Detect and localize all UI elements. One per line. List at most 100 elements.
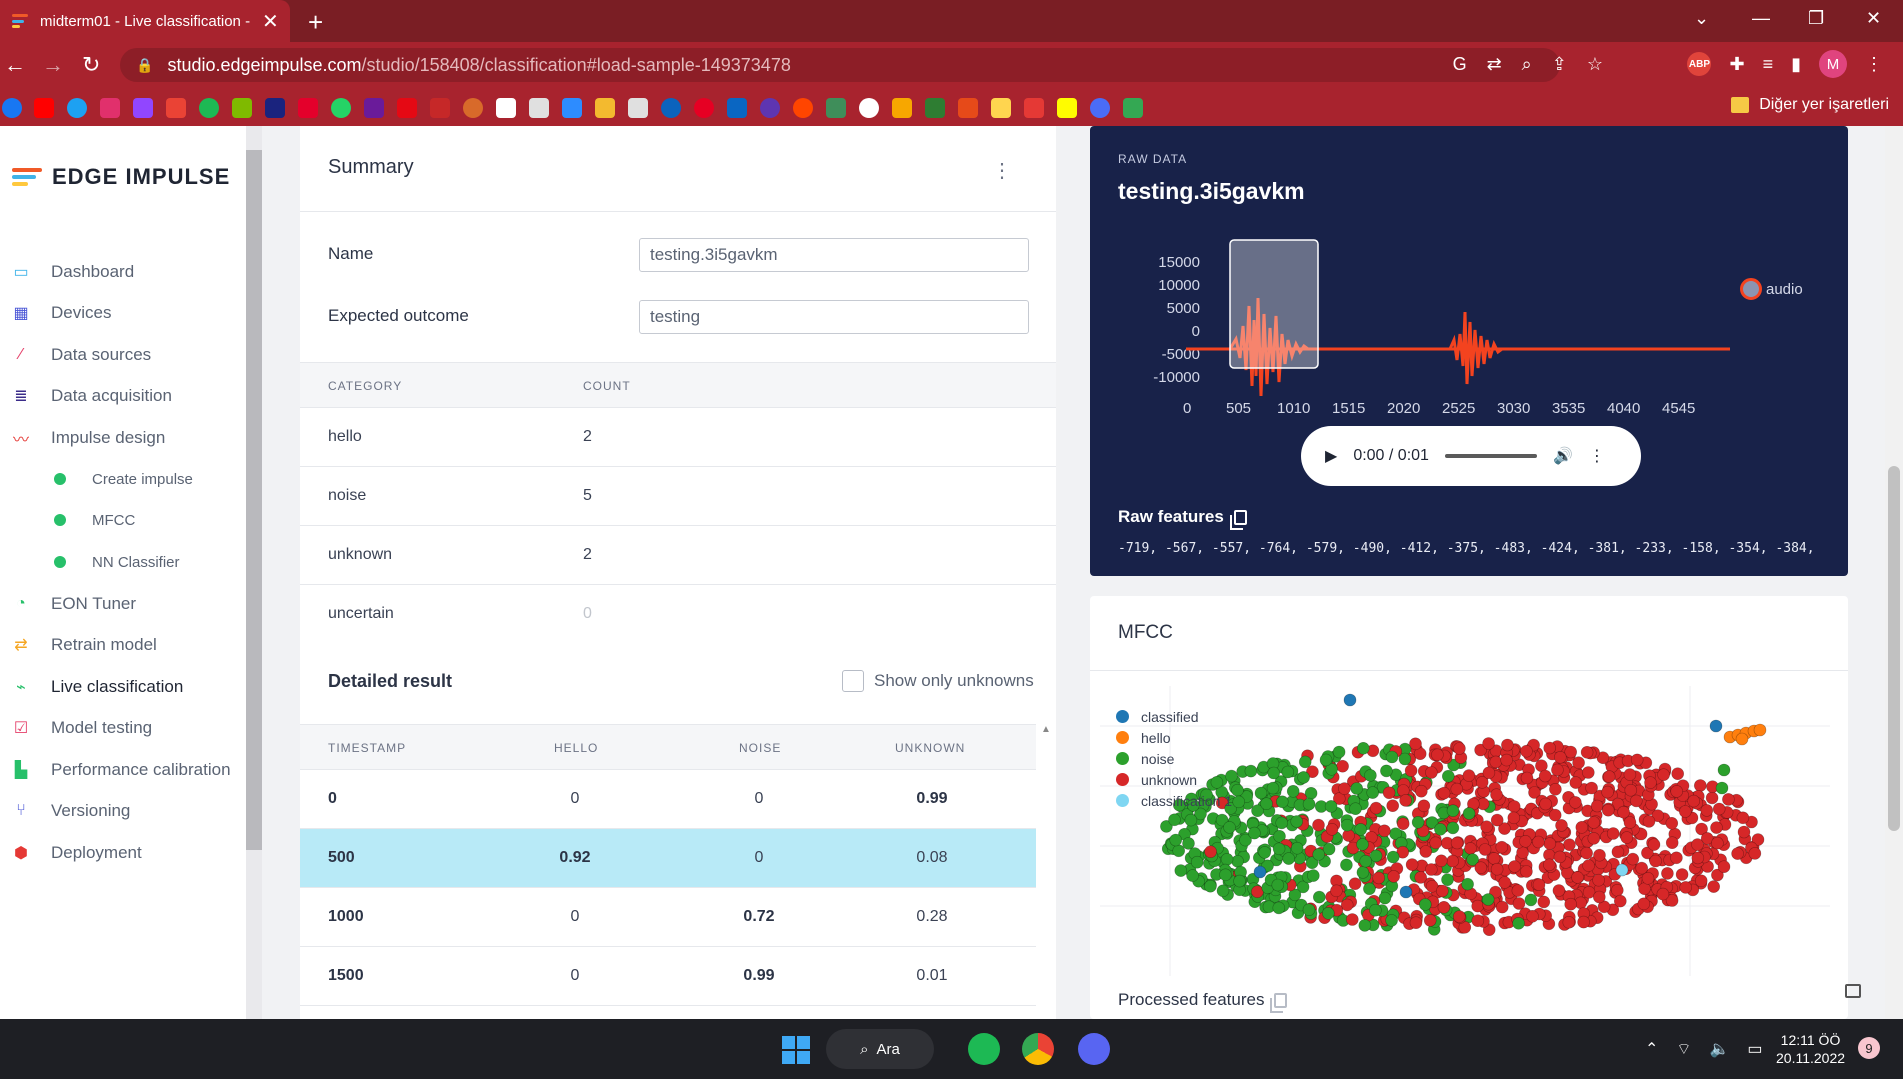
microsoft-bookmark-icon[interactable]	[232, 98, 252, 118]
scatter-point[interactable]	[1441, 873, 1454, 886]
scatter-point[interactable]	[1709, 719, 1723, 733]
taskbar-clock[interactable]: 12:11 ÖÖ 20.11.2022	[1776, 1031, 1845, 1067]
scatter-point[interactable]	[1418, 898, 1432, 911]
legend-item-noise[interactable]: noise	[1116, 748, 1232, 769]
adblock-icon[interactable]: ABP	[1687, 52, 1712, 76]
scatter-point[interactable]	[1387, 870, 1401, 883]
scatter-point[interactable]	[1575, 821, 1589, 834]
scatter-point[interactable]	[1319, 753, 1333, 767]
scatter-point[interactable]	[1642, 815, 1656, 828]
close-window-icon[interactable]: ✕	[1866, 8, 1881, 29]
sidebar-scroll-thumb[interactable]	[246, 150, 262, 850]
scatter-point[interactable]	[1617, 805, 1630, 819]
browser-menu-icon[interactable]: ⋮	[1865, 54, 1883, 75]
scatter-point[interactable]	[1429, 836, 1443, 850]
edge-impulse-logo[interactable]: EDGE IMPULSE	[12, 164, 230, 190]
scatter-point[interactable]	[1248, 826, 1261, 840]
scatter-point[interactable]	[1220, 853, 1234, 866]
scatter-point[interactable]	[1414, 871, 1428, 884]
scatter-point[interactable]	[1553, 850, 1567, 864]
scatter-point[interactable]	[1572, 756, 1585, 769]
browser-tab[interactable]: midterm01 - Live classification - Edge I…	[0, 0, 290, 42]
scatter-point[interactable]	[1349, 802, 1362, 815]
sidebar-item-nn-classifier[interactable]: NN Classifier	[0, 542, 240, 582]
w-bookmark-icon[interactable]	[925, 98, 945, 118]
scatter-point[interactable]	[1613, 894, 1627, 908]
scatter-point[interactable]	[1186, 869, 1199, 882]
image-bookmark-icon[interactable]	[991, 98, 1011, 118]
scatter-point[interactable]	[1382, 786, 1396, 800]
patreon-bookmark-icon[interactable]	[496, 98, 516, 118]
scatter-point[interactable]	[1437, 786, 1451, 800]
share-icon[interactable]: ⇪	[1552, 54, 1567, 75]
scatter-point[interactable]	[1508, 860, 1521, 873]
scatter-point[interactable]	[1553, 751, 1567, 764]
scatter-point[interactable]	[1267, 766, 1280, 780]
mountain-bookmark-icon[interactable]	[529, 98, 549, 118]
scatter-point[interactable]	[1606, 827, 1620, 840]
scatter-point[interactable]	[1324, 800, 1338, 813]
table-row[interactable]: 1000 0 0.72 0.28	[300, 888, 1036, 947]
restore-icon[interactable]: ❐	[1808, 8, 1824, 29]
scatter-point[interactable]	[1359, 854, 1373, 868]
scatter-point[interactable]	[1661, 867, 1674, 880]
scatter-point[interactable]	[1656, 887, 1670, 901]
scatter-point[interactable]	[1670, 851, 1683, 865]
scatter-point[interactable]	[1385, 750, 1399, 764]
scatter-point[interactable]	[1275, 816, 1288, 830]
discord-taskbar-icon[interactable]	[1078, 1033, 1110, 1065]
scatter-point[interactable]	[1581, 766, 1595, 779]
table-row[interactable]: 0 0 0 0.99	[300, 770, 1036, 829]
scatter-point[interactable]	[1385, 914, 1398, 927]
scatter-point[interactable]	[1190, 855, 1204, 869]
scatter-point[interactable]	[1562, 916, 1576, 929]
scatter-point[interactable]	[1753, 723, 1767, 737]
scatter-point[interactable]	[1345, 913, 1359, 926]
scatter-point[interactable]	[1411, 816, 1425, 829]
scatter-point[interactable]	[1425, 766, 1438, 779]
stack-bookmark-icon[interactable]	[826, 98, 846, 118]
scatter-point[interactable]	[1582, 859, 1595, 872]
scatter-point[interactable]	[1585, 781, 1598, 795]
legend-item-classification-1[interactable]: classification 1	[1116, 790, 1232, 811]
scatter-point[interactable]	[1592, 873, 1605, 887]
scatter-point[interactable]	[1705, 791, 1719, 805]
scatter-point[interactable]	[1611, 845, 1625, 859]
scatter-point[interactable]	[1543, 741, 1557, 755]
scatter-point[interactable]	[1172, 844, 1185, 858]
scatter-point[interactable]	[1272, 901, 1286, 915]
scatter-point[interactable]	[1338, 782, 1351, 795]
scatter-point[interactable]	[1495, 840, 1509, 854]
show-only-unknowns-toggle[interactable]: Show only unknowns	[842, 670, 1034, 692]
scatter-point[interactable]	[1437, 901, 1451, 914]
scatter-point[interactable]	[1398, 752, 1412, 766]
scatter-point[interactable]	[1272, 842, 1286, 856]
scatter-point[interactable]	[1571, 871, 1584, 884]
scatter-point[interactable]	[1590, 799, 1604, 813]
scatter-point[interactable]	[1635, 861, 1649, 875]
scatter-point[interactable]	[1462, 807, 1476, 820]
scatter-point[interactable]	[1271, 878, 1285, 892]
scatter-point[interactable]	[1266, 781, 1280, 795]
scatter-point[interactable]	[1601, 785, 1614, 799]
scatter-point[interactable]	[1253, 865, 1267, 879]
scatter-point[interactable]	[1707, 880, 1721, 893]
scatter-point[interactable]	[1549, 783, 1562, 796]
scatter-point[interactable]	[1542, 858, 1556, 872]
scatter-point[interactable]	[1446, 821, 1460, 835]
scatter-point[interactable]	[1537, 895, 1551, 909]
reddit-bookmark-icon[interactable]	[793, 98, 813, 118]
scatter-point[interactable]	[1717, 763, 1731, 777]
scatter-point[interactable]	[1630, 753, 1644, 767]
battery-icon[interactable]: ▭	[1747, 1039, 1762, 1059]
scatter-point[interactable]	[1624, 783, 1638, 797]
scatter-point[interactable]	[1366, 786, 1380, 799]
scatter-point[interactable]	[1647, 838, 1661, 851]
scatter-point[interactable]	[1748, 847, 1762, 860]
scatter-point[interactable]	[1687, 794, 1701, 808]
scatter-point[interactable]	[1372, 871, 1386, 885]
scatter-point[interactable]	[1629, 794, 1643, 808]
detailed-table-scrollbar[interactable]: ▲	[1036, 724, 1056, 1019]
snapchat-bookmark-icon[interactable]	[1057, 98, 1077, 118]
scatter-point[interactable]	[1623, 768, 1637, 781]
